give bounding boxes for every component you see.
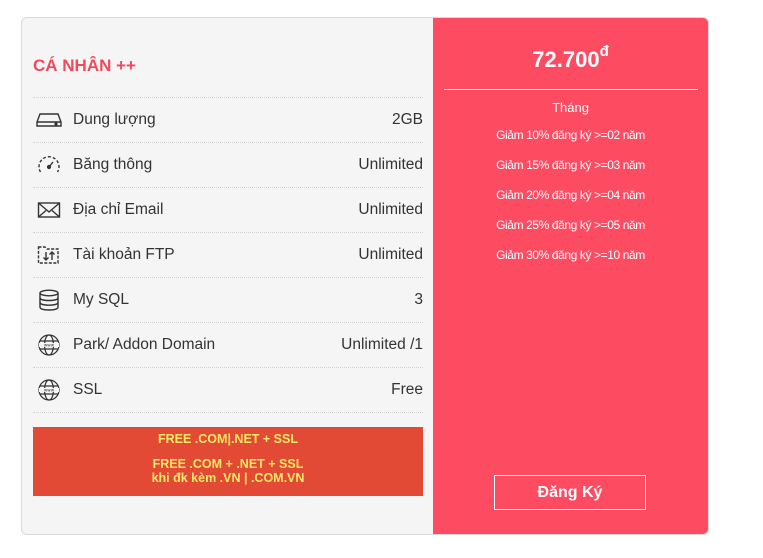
spec-label: Địa chỉ Email bbox=[73, 201, 164, 218]
spec-label: Tài khoản FTP bbox=[73, 246, 175, 263]
spec-label: SSL bbox=[73, 381, 103, 398]
promo-line: khi đk kèm .VN | .COM.VN bbox=[151, 471, 305, 485]
spec-row-ftp: Tài khoản FTP Unlimited bbox=[33, 232, 423, 277]
price-panel: 72.700đ Tháng Giảm 10% đăng ký >=02 năm … bbox=[433, 18, 708, 534]
spec-value: Unlimited /1 bbox=[341, 336, 423, 353]
spec-row-email: Địa chỉ Email Unlimited bbox=[33, 187, 423, 232]
price: 72.700đ bbox=[433, 43, 708, 73]
spec-row-bandwidth: Băng thông Unlimited bbox=[33, 142, 423, 187]
spec-list: Dung lượng 2GB Băng thông Unlimited Địa … bbox=[33, 97, 423, 413]
promo-line: FREE .COM|.NET + SSL bbox=[158, 432, 298, 446]
spec-label: Park/ Addon Domain bbox=[73, 336, 216, 353]
plan-title: CÁ NHÂN ++ bbox=[33, 56, 136, 75]
spec-label: My SQL bbox=[73, 291, 129, 308]
spec-value: 3 bbox=[414, 291, 423, 308]
discount-item: Giảm 15% đăng ký >=03 năm bbox=[496, 158, 645, 172]
price-amount: 72.700 bbox=[532, 47, 600, 72]
speedometer-icon bbox=[36, 154, 62, 176]
discount-item: Giảm 10% đăng ký >=02 năm bbox=[496, 128, 645, 142]
globe-www-icon: www bbox=[36, 334, 62, 356]
promo-banner: FREE .COM|.NET + SSL FREE .COM + .NET + … bbox=[33, 427, 423, 496]
pricing-card: CÁ NHÂN ++ Dung lượng 2GB Băng thông Unl… bbox=[21, 17, 709, 535]
globe-www-icon: www bbox=[36, 379, 62, 401]
spec-row-ssl: www SSL Free bbox=[33, 367, 423, 413]
spec-label: Dung lượng bbox=[73, 111, 156, 128]
discount-item: Giảm 30% đăng ký >=10 năm bbox=[496, 248, 645, 262]
spec-row-mysql: My SQL 3 bbox=[33, 277, 423, 322]
spec-value: 2GB bbox=[391, 111, 423, 128]
spec-value: Free bbox=[391, 381, 423, 398]
hard-drive-icon bbox=[36, 109, 62, 131]
svg-text:www: www bbox=[44, 343, 55, 348]
svg-text:www: www bbox=[44, 388, 55, 393]
divider bbox=[444, 89, 698, 90]
spec-value: Unlimited bbox=[358, 156, 423, 173]
billing-period: Tháng bbox=[552, 100, 589, 115]
register-button[interactable]: Đăng Ký bbox=[494, 475, 646, 510]
plan-details-panel: CÁ NHÂN ++ Dung lượng 2GB Băng thông Unl… bbox=[22, 18, 433, 534]
discount-item: Giảm 25% đăng ký >=05 năm bbox=[496, 218, 645, 232]
promo-line: FREE .COM + .NET + SSL bbox=[152, 457, 304, 471]
envelope-icon bbox=[36, 199, 62, 221]
spec-label: Băng thông bbox=[73, 156, 153, 173]
spec-row-addon-domain: www Park/ Addon Domain Unlimited /1 bbox=[33, 322, 423, 367]
spec-row-storage: Dung lượng 2GB bbox=[33, 97, 423, 142]
database-icon bbox=[36, 289, 62, 311]
price-currency: đ bbox=[599, 43, 609, 60]
discount-item: Giảm 20% đăng ký >=04 năm bbox=[496, 188, 645, 202]
spec-value: Unlimited bbox=[358, 246, 423, 263]
discount-list: Giảm 10% đăng ký >=02 năm Giảm 15% đăng … bbox=[433, 128, 708, 278]
ftp-transfer-icon bbox=[36, 244, 62, 266]
spec-value: Unlimited bbox=[358, 201, 423, 218]
